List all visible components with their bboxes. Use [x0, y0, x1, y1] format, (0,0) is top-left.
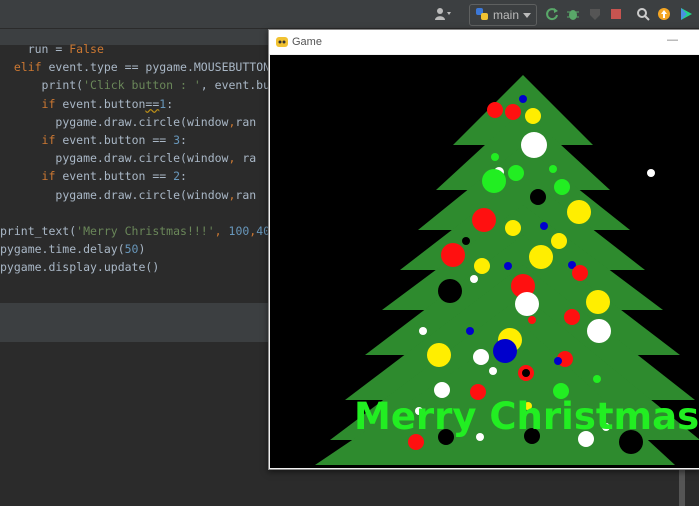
ornament-circle — [564, 309, 580, 325]
jetbrains-icon[interactable] — [678, 4, 694, 24]
ornament-circle — [567, 200, 591, 224]
ornament-circle — [554, 179, 570, 195]
ornament-circle — [572, 265, 588, 281]
ornament-circle — [586, 290, 610, 314]
ornament-circle — [493, 339, 517, 363]
chevron-down-icon — [523, 8, 531, 22]
ornament-circle — [491, 153, 499, 161]
game-window[interactable]: Game — Merry Christmas!!! — [268, 29, 699, 470]
ornament-circle — [519, 95, 527, 103]
stop-icon[interactable] — [607, 4, 625, 24]
ornament-circle — [647, 169, 655, 177]
ornament-circle — [470, 275, 478, 283]
ornament-circle — [505, 104, 521, 120]
ornament-circle — [419, 327, 427, 335]
code-line[interactable]: pygame.time.delay(50) — [0, 242, 145, 256]
code-line[interactable]: if event.button==1: — [0, 97, 174, 111]
ornament-circle — [474, 258, 490, 274]
ornament-circle — [438, 279, 462, 303]
run-config-selector[interactable]: main — [469, 4, 537, 26]
ornament-circle — [529, 245, 553, 269]
minimize-button[interactable]: — — [667, 34, 678, 46]
console-scrollbar[interactable] — [679, 470, 685, 506]
pygame-icon — [275, 35, 289, 52]
game-title-bar[interactable]: Game — — [269, 30, 699, 54]
ornament-circle — [462, 237, 470, 245]
main-toolbar: main — [0, 0, 699, 29]
code-line[interactable]: print('Click button : ', event.bu — [0, 78, 271, 92]
ornament-circle — [489, 367, 497, 375]
ornament-circle — [482, 169, 506, 193]
ornament-circle — [466, 327, 474, 335]
code-line[interactable]: pygame.draw.circle(window, ra — [0, 151, 256, 165]
ornament-circle — [522, 369, 530, 377]
code-line[interactable]: pygame.draw.circle(window,ran — [0, 115, 256, 129]
code-line[interactable]: if event.button == 2: — [0, 169, 187, 183]
rerun-icon[interactable] — [543, 4, 561, 24]
python-icon — [475, 7, 489, 24]
ornament-circle — [528, 316, 536, 324]
game-canvas[interactable]: Merry Christmas!!! — [270, 55, 699, 468]
code-line[interactable]: elif event.type == pygame.MOUSEBUTTON — [0, 60, 270, 74]
code-line[interactable]: if event.button == 3: — [0, 133, 187, 147]
ornament-circle — [587, 319, 611, 343]
ornament-circle — [551, 233, 567, 249]
ornament-circle — [554, 357, 562, 365]
code-line[interactable]: run = False — [0, 42, 104, 56]
ornament-circle — [593, 375, 601, 383]
ornament-circle — [540, 222, 548, 230]
search-icon[interactable] — [634, 4, 652, 24]
update-icon[interactable] — [655, 4, 673, 24]
run-config-label: main — [492, 8, 519, 22]
code-line[interactable]: pygame.draw.circle(window,ran — [0, 188, 256, 202]
merry-christmas-text: Merry Christmas!!! — [354, 395, 699, 438]
debug-icon[interactable] — [564, 4, 582, 24]
coverage-icon[interactable] — [586, 4, 604, 24]
ornament-circle — [521, 132, 547, 158]
ornament-circle — [530, 189, 546, 205]
ornament-circle — [515, 292, 539, 316]
ornament-circle — [508, 165, 524, 181]
ornament-circle — [487, 102, 503, 118]
ornament-circle — [441, 243, 465, 267]
ornament-circle — [504, 262, 512, 270]
code-line[interactable]: print_text('Merry Christmas!!!', 100,400… — [0, 224, 284, 238]
ornament-circle — [473, 349, 489, 365]
ornament-circle — [525, 108, 541, 124]
ornament-circle — [505, 220, 521, 236]
game-window-title: Game — [292, 36, 322, 48]
user-icon[interactable] — [430, 4, 456, 24]
code-line[interactable]: pygame.display.update() — [0, 260, 159, 274]
ornament-circle — [427, 343, 451, 367]
ornament-circle — [549, 165, 557, 173]
ornament-circle — [472, 208, 496, 232]
